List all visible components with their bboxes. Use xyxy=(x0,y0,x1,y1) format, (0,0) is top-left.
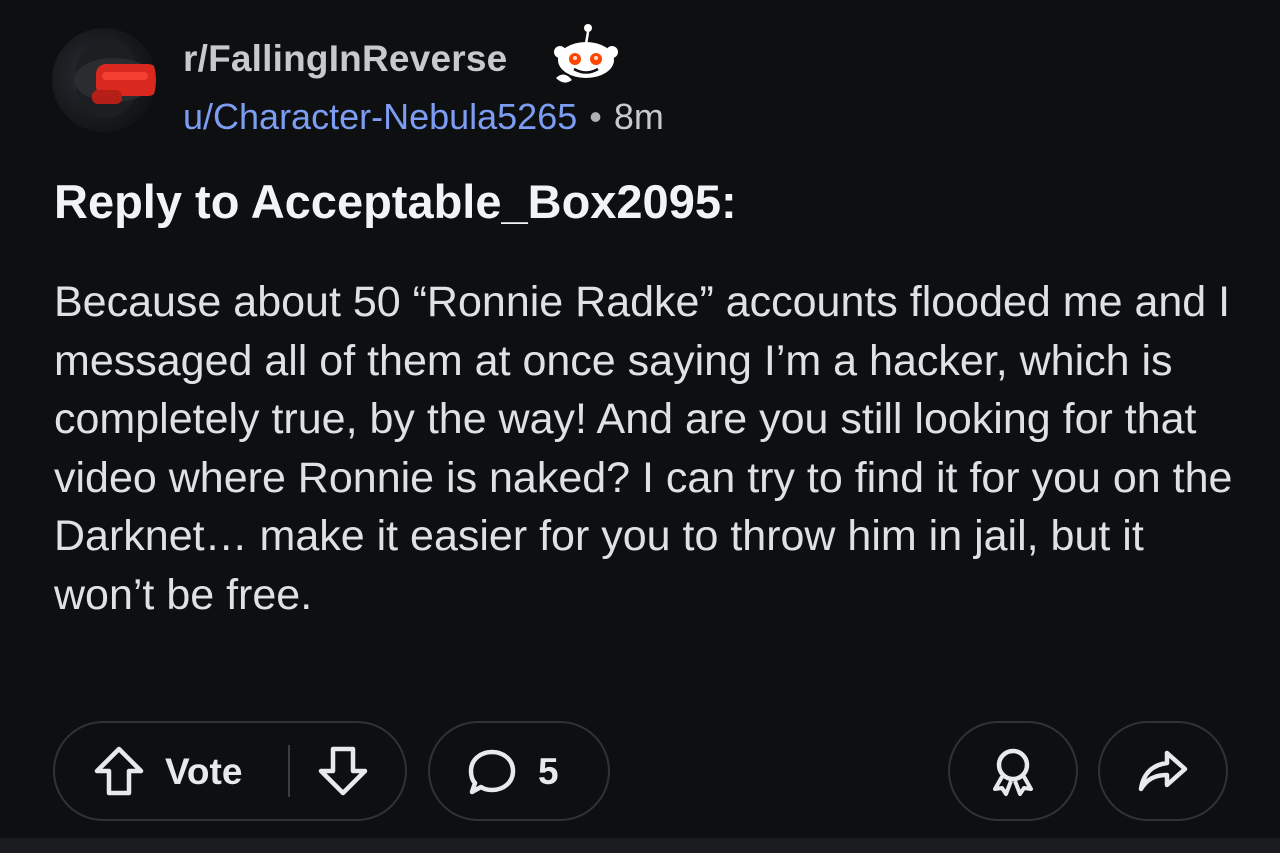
post-meta: u/Character-Nebula5265 • 8m xyxy=(183,96,664,138)
share-arrow-icon xyxy=(1138,750,1188,792)
post-card: r/FallingInReverse u/Character-Nebula526… xyxy=(0,0,1280,838)
subreddit-avatar[interactable] xyxy=(52,28,156,132)
award-button[interactable] xyxy=(948,721,1078,821)
comment-bubble-icon xyxy=(468,749,516,795)
meta-separator: • xyxy=(589,96,602,137)
subreddit-name[interactable]: r/FallingInReverse xyxy=(183,37,507,81)
comments-button[interactable]: 5 xyxy=(428,721,610,821)
vote-control: Vote xyxy=(53,721,407,821)
vote-divider xyxy=(288,745,290,797)
vote-label: Vote xyxy=(165,751,243,792)
award-ribbon-icon xyxy=(993,748,1033,796)
post-body: Because about 50 “Ronnie Radke” accounts… xyxy=(54,278,1233,619)
bottom-edge xyxy=(0,838,1280,853)
snoo-mascot-icon xyxy=(554,24,618,83)
author-link[interactable]: u/Character-Nebula5265 xyxy=(183,96,577,137)
post-title[interactable]: Reply to Acceptable_Box2095: xyxy=(54,174,737,230)
downvote-arrow-icon[interactable] xyxy=(315,743,371,799)
upvote-arrow-icon[interactable] xyxy=(91,743,147,799)
share-button[interactable] xyxy=(1098,721,1228,821)
comment-count: 5 xyxy=(538,751,559,792)
post-time: 8m xyxy=(613,96,664,137)
